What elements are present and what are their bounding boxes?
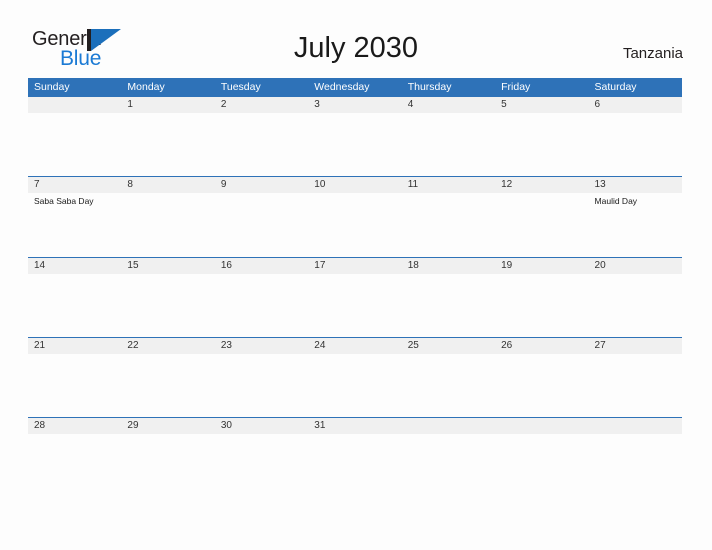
- day-event: [215, 193, 308, 255]
- day-number[interactable]: 29: [121, 418, 214, 434]
- day-event: [308, 354, 401, 416]
- day-number[interactable]: 19: [495, 258, 588, 274]
- day-event: [495, 113, 588, 175]
- day-event: [589, 274, 682, 336]
- day-event: [215, 354, 308, 416]
- day-number[interactable]: 20: [589, 258, 682, 274]
- page-title: July 2030: [293, 32, 419, 64]
- day-number[interactable]: 11: [402, 177, 495, 193]
- weekday-header-friday: Friday: [501, 81, 531, 93]
- day-number[interactable]: 31: [308, 418, 401, 434]
- day-event: [495, 193, 588, 255]
- weekday-header-wednesday: Wednesday: [314, 81, 370, 93]
- calendar-grid: Sunday Monday Tuesday Wednesday Thursday…: [28, 78, 682, 497]
- day-event: [495, 354, 588, 416]
- day-event: [308, 274, 401, 336]
- day-event-band: [28, 434, 682, 496]
- day-event: [121, 434, 214, 496]
- day-event: [28, 434, 121, 496]
- week-row: 7 8 9 10 11 12 13 Saba Saba Day Maulid D…: [28, 176, 682, 256]
- day-event: [28, 113, 121, 175]
- day-number[interactable]: 12: [495, 177, 588, 193]
- day-number[interactable]: 8: [121, 177, 214, 193]
- week-row: 14 15 16 17 18 19 20: [28, 256, 682, 337]
- day-number[interactable]: 23: [215, 338, 308, 354]
- day-event: [215, 274, 308, 336]
- day-event: [402, 354, 495, 416]
- day-number[interactable]: 3: [308, 97, 401, 113]
- day-event: [495, 274, 588, 336]
- day-number-band: 21 22 23 24 25 26 27: [28, 337, 682, 354]
- day-event: [589, 113, 682, 175]
- day-event: [308, 113, 401, 175]
- weekday-header-sunday: Sunday: [34, 81, 70, 93]
- day-number[interactable]: 6: [589, 97, 682, 113]
- day-event: [121, 193, 214, 255]
- day-event: [308, 434, 401, 496]
- day-event: [308, 193, 401, 255]
- day-number[interactable]: 9: [215, 177, 308, 193]
- day-event-band: [28, 274, 682, 336]
- day-number[interactable]: 30: [215, 418, 308, 434]
- day-number[interactable]: 16: [215, 258, 308, 274]
- weekday-header-saturday: Saturday: [594, 81, 637, 93]
- day-number[interactable]: 25: [402, 338, 495, 354]
- day-number[interactable]: 14: [28, 258, 121, 274]
- day-event: [28, 274, 121, 336]
- day-event: [402, 274, 495, 336]
- day-number-band: 7 8 9 10 11 12 13: [28, 177, 682, 194]
- day-event: Maulid Day: [594, 196, 638, 207]
- day-number-band: 1 2 3 4 5 6: [28, 97, 682, 113]
- day-event: [495, 434, 588, 496]
- day-number[interactable]: 5: [495, 97, 588, 113]
- day-number[interactable]: [28, 97, 121, 113]
- day-number[interactable]: 1: [121, 97, 214, 113]
- day-event: [215, 113, 308, 175]
- week-row: 1 2 3 4 5 6: [28, 96, 682, 176]
- day-number[interactable]: 7: [28, 177, 121, 193]
- day-event: [121, 274, 214, 336]
- day-number[interactable]: 10: [308, 177, 401, 193]
- day-number[interactable]: 28: [28, 418, 121, 434]
- day-number[interactable]: 15: [121, 258, 214, 274]
- weekday-header-thursday: Thursday: [407, 81, 452, 93]
- day-number[interactable]: 24: [308, 338, 401, 354]
- day-number[interactable]: [589, 418, 682, 434]
- day-number[interactable]: 26: [495, 338, 588, 354]
- day-event: [402, 113, 495, 175]
- day-event: [589, 354, 682, 416]
- week-row: 21 22 23 24 25 26 27: [28, 336, 682, 417]
- day-number[interactable]: 22: [121, 338, 214, 354]
- day-event-band: Saba Saba Day Maulid Day: [28, 193, 682, 255]
- weekday-header-monday: Monday: [127, 81, 165, 93]
- day-event-band: [28, 354, 682, 416]
- day-event: [402, 434, 495, 496]
- day-event: [215, 434, 308, 496]
- day-number[interactable]: [402, 418, 495, 434]
- day-number[interactable]: [495, 418, 588, 434]
- day-event: [121, 354, 214, 416]
- day-event: [28, 354, 121, 416]
- day-event-band: [28, 113, 682, 175]
- day-event: [589, 434, 682, 496]
- day-number[interactable]: 13: [589, 177, 682, 193]
- country-label: Tanzania: [622, 45, 683, 62]
- weekday-header-row: Sunday Monday Tuesday Wednesday Thursday…: [28, 78, 682, 96]
- day-number[interactable]: 2: [215, 97, 308, 113]
- day-number[interactable]: 18: [402, 258, 495, 274]
- day-number[interactable]: 17: [308, 258, 401, 274]
- day-number[interactable]: 4: [402, 97, 495, 113]
- day-number[interactable]: 27: [589, 338, 682, 354]
- day-event: Saba Saba Day: [34, 196, 94, 207]
- weekday-header-tuesday: Tuesday: [220, 81, 261, 93]
- day-event: [121, 113, 214, 175]
- day-number-band: 14 15 16 17 18 19 20: [28, 257, 682, 274]
- day-event: [402, 193, 495, 255]
- day-number[interactable]: 21: [28, 338, 121, 354]
- page-header: General Blue July 2030 Tanzania: [0, 0, 712, 78]
- day-number-band: 28 29 30 31: [28, 418, 682, 435]
- week-row: 28 29 30 31: [28, 417, 682, 497]
